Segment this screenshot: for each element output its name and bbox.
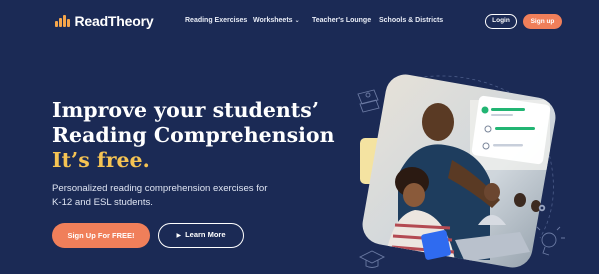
blue-card-decoration <box>421 230 451 260</box>
lightbulb-icon <box>536 226 565 256</box>
exercise-card-overlay <box>471 95 551 165</box>
graduation-cap-icon <box>358 250 386 268</box>
hero-illustration <box>357 71 565 270</box>
check-icon <box>481 106 489 114</box>
book-stack-icon <box>357 89 380 113</box>
teacher-students-photo <box>360 71 559 270</box>
dot-decoration-center <box>540 206 544 210</box>
